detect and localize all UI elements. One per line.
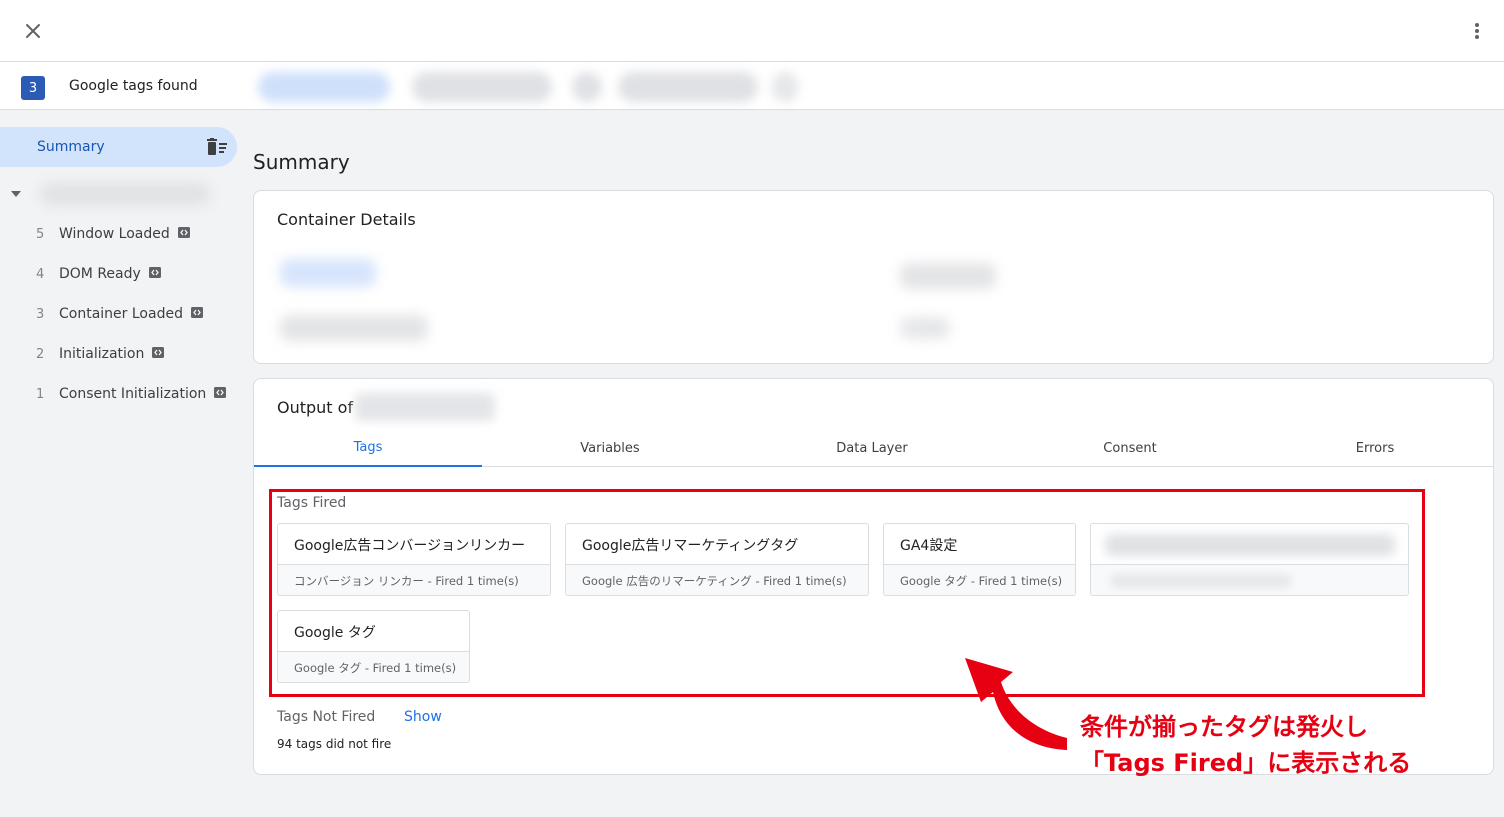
event-code-icon bbox=[148, 266, 161, 282]
container-chip[interactable] bbox=[572, 72, 602, 102]
annotation-text-line1: 条件が揃ったタグは発火し bbox=[1080, 713, 1368, 741]
event-code-icon bbox=[214, 386, 227, 402]
event-number: 5 bbox=[36, 227, 45, 242]
container-detail-value bbox=[280, 315, 428, 341]
not-fired-count: 94 tags did not fire bbox=[277, 737, 392, 751]
container-chip[interactable] bbox=[412, 72, 552, 102]
sidebar-item-dom-ready[interactable]: 4 DOM Ready bbox=[0, 257, 237, 293]
container-id-link[interactable] bbox=[280, 259, 376, 287]
tab-variables[interactable]: Variables bbox=[540, 429, 680, 467]
event-number: 2 bbox=[36, 347, 45, 362]
tag-fired-info: Google タグ - Fired 1 time(s) bbox=[884, 564, 1075, 595]
output-title: Output of bbox=[277, 398, 354, 417]
tags-not-fired-label: Tags Not Fired bbox=[277, 709, 376, 725]
container-detail-value bbox=[900, 263, 996, 289]
delete-sweep-icon[interactable] bbox=[206, 138, 228, 156]
tags-found-bar: 3 Google tags found bbox=[0, 62, 1504, 110]
container-details-title: Container Details bbox=[277, 210, 416, 229]
tab-data-layer[interactable]: Data Layer bbox=[802, 429, 942, 467]
sidebar-item-summary[interactable]: Summary bbox=[0, 127, 237, 167]
tag-fired-info: コンバージョン リンカー - Fired 1 time(s) bbox=[278, 564, 550, 595]
container-details-card: Container Details bbox=[253, 190, 1494, 364]
event-number: 1 bbox=[36, 387, 45, 402]
event-code-icon bbox=[177, 226, 190, 242]
tab-tags[interactable]: Tags bbox=[254, 429, 482, 467]
output-container-name bbox=[355, 393, 495, 421]
event-name: Consent Initialization bbox=[59, 386, 227, 402]
event-number: 4 bbox=[36, 267, 45, 282]
tags-fired-label: Tags Fired bbox=[277, 495, 347, 511]
event-code-icon bbox=[190, 306, 203, 322]
fired-tag-card[interactable]: Google広告リマーケティングタグ Google 広告のリマーケティング - … bbox=[565, 523, 869, 596]
fired-tag-card[interactable]: GA4設定 Google タグ - Fired 1 time(s) bbox=[883, 523, 1076, 596]
fired-tag-card[interactable]: Google広告コンバージョンリンカー コンバージョン リンカー - Fired… bbox=[277, 523, 551, 596]
sidebar-item-window-loaded[interactable]: 5 Window Loaded bbox=[0, 217, 237, 253]
tag-fired-info-blurred bbox=[1091, 564, 1408, 595]
event-name: Initialization bbox=[59, 346, 165, 362]
annotation-text-line2: 「Tags Fired」に表示される bbox=[1080, 749, 1412, 777]
tag-name: GA4設定 bbox=[900, 538, 958, 554]
tag-name-blurred bbox=[1105, 534, 1395, 556]
close-icon[interactable] bbox=[20, 18, 46, 44]
tag-name: Google タグ bbox=[294, 625, 376, 641]
more-vert-icon[interactable] bbox=[1464, 18, 1490, 44]
container-chip[interactable] bbox=[772, 72, 798, 102]
event-name: DOM Ready bbox=[59, 266, 161, 282]
container-name bbox=[40, 183, 210, 205]
container-chip[interactable] bbox=[618, 72, 758, 102]
tag-name: Google広告コンバージョンリンカー bbox=[294, 538, 526, 554]
tag-count-badge: 3 bbox=[21, 76, 45, 100]
tag-name: Google広告リマーケティングタグ bbox=[582, 538, 799, 554]
sidebar-item-container-loaded[interactable]: 3 Container Loaded bbox=[0, 297, 237, 333]
sidebar-item-consent-initialization[interactable]: 1 Consent Initialization bbox=[0, 377, 237, 413]
tags-found-label: Google tags found bbox=[69, 78, 198, 94]
tag-fired-info: Google 広告のリマーケティング - Fired 1 time(s) bbox=[566, 564, 868, 595]
show-not-fired-link[interactable]: Show bbox=[404, 709, 442, 725]
event-code-icon bbox=[152, 346, 165, 362]
output-tabs: Tags Variables Data Layer Consent Errors bbox=[254, 429, 1493, 467]
tab-consent[interactable]: Consent bbox=[1060, 429, 1200, 467]
sidebar-item-label: Summary bbox=[37, 139, 105, 155]
annotation-arrow-icon bbox=[965, 658, 1067, 750]
tab-errors[interactable]: Errors bbox=[1305, 429, 1445, 467]
collapse-caret-icon[interactable] bbox=[11, 191, 21, 197]
tag-fired-info: Google タグ - Fired 1 time(s) bbox=[278, 651, 469, 682]
sidebar-item-initialization[interactable]: 2 Initialization bbox=[0, 337, 237, 373]
sidebar: Summary 5 Window Loaded 4 DOM Ready 3 Co… bbox=[0, 111, 240, 817]
fired-tag-card[interactable]: Google タグ Google タグ - Fired 1 time(s) bbox=[277, 610, 470, 683]
event-name: Container Loaded bbox=[59, 306, 203, 322]
event-number: 3 bbox=[36, 307, 45, 322]
container-chip[interactable] bbox=[258, 72, 390, 102]
top-bar bbox=[0, 0, 1504, 62]
container-detail-value bbox=[900, 317, 950, 339]
fired-tag-card-blurred[interactable] bbox=[1090, 523, 1409, 596]
page-title: Summary bbox=[253, 150, 350, 174]
event-name: Window Loaded bbox=[59, 226, 190, 242]
